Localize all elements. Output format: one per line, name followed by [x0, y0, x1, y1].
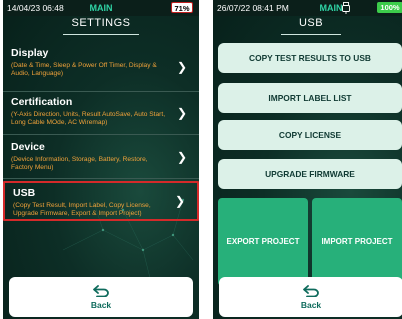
- usb-screen: 26/07/22 08:41 PM MAIN 100% USB COPY TES…: [213, 0, 402, 319]
- menu-item-description: (Y-Axis Direction, Units, Result AutoSav…: [11, 111, 166, 127]
- chevron-right-icon: ❯: [174, 194, 185, 208]
- chevron-right-icon: ❯: [176, 149, 187, 164]
- menu-item-description: (Copy Test Result, Import Label, Copy Li…: [13, 202, 151, 218]
- status-bar: 14/04/23 06:48 MAIN 71%: [3, 0, 199, 16]
- back-arrow-icon: [303, 284, 319, 297]
- title-underline: [281, 34, 341, 35]
- copy-test-results-button[interactable]: COPY TEST RESULTS TO USB: [218, 43, 402, 73]
- menu-item-label: Display: [11, 47, 49, 59]
- back-arrow-icon: [93, 284, 109, 297]
- menu-item-label: Device: [11, 141, 45, 153]
- menu-item-label: Certification: [11, 96, 73, 108]
- settings-screen: 14/04/23 06:48 MAIN 71% SETTINGS Display…: [3, 0, 199, 319]
- menu-item-device[interactable]: Device (Device Information, Storage, Bat…: [3, 135, 199, 179]
- back-button[interactable]: Back: [219, 277, 402, 317]
- export-project-button[interactable]: EXPORT PROJECT: [218, 198, 308, 286]
- back-label: Back: [300, 299, 322, 310]
- back-label: Back: [90, 299, 112, 310]
- usb-icon: [342, 2, 350, 14]
- battery-indicator: 71%: [171, 2, 193, 13]
- title-underline: [63, 34, 139, 35]
- status-bar: 26/07/22 08:41 PM MAIN 100%: [213, 0, 402, 16]
- upgrade-firmware-button[interactable]: UPGRADE FIRMWARE: [218, 159, 402, 189]
- import-project-button[interactable]: IMPORT PROJECT: [312, 198, 402, 286]
- page-title: SETTINGS: [71, 17, 131, 29]
- back-button[interactable]: Back: [9, 277, 193, 317]
- chevron-right-icon: ❯: [176, 59, 187, 74]
- menu-item-certification[interactable]: Certification (Y-Axis Direction, Units, …: [3, 92, 199, 135]
- menu-item-description: (Device Information, Storage, Battery, R…: [11, 156, 148, 172]
- menu-item-usb[interactable]: USB (Copy Test Result, Import Label, Cop…: [3, 181, 199, 221]
- page-title: USB: [298, 17, 324, 29]
- chevron-right-icon: ❯: [176, 106, 187, 120]
- copy-license-button[interactable]: COPY LICENSE: [218, 120, 402, 150]
- menu-item-display[interactable]: Display (Date & Time, Sleep & Power Off …: [3, 42, 199, 92]
- status-mode: MAIN: [89, 3, 113, 13]
- menu-item-description: (Date & Time, Sleep & Power Off Timer, D…: [11, 62, 157, 78]
- menu-item-label: USB: [13, 187, 36, 199]
- battery-indicator: 100%: [377, 2, 402, 13]
- import-label-list-button[interactable]: IMPORT LABEL LIST: [218, 83, 402, 113]
